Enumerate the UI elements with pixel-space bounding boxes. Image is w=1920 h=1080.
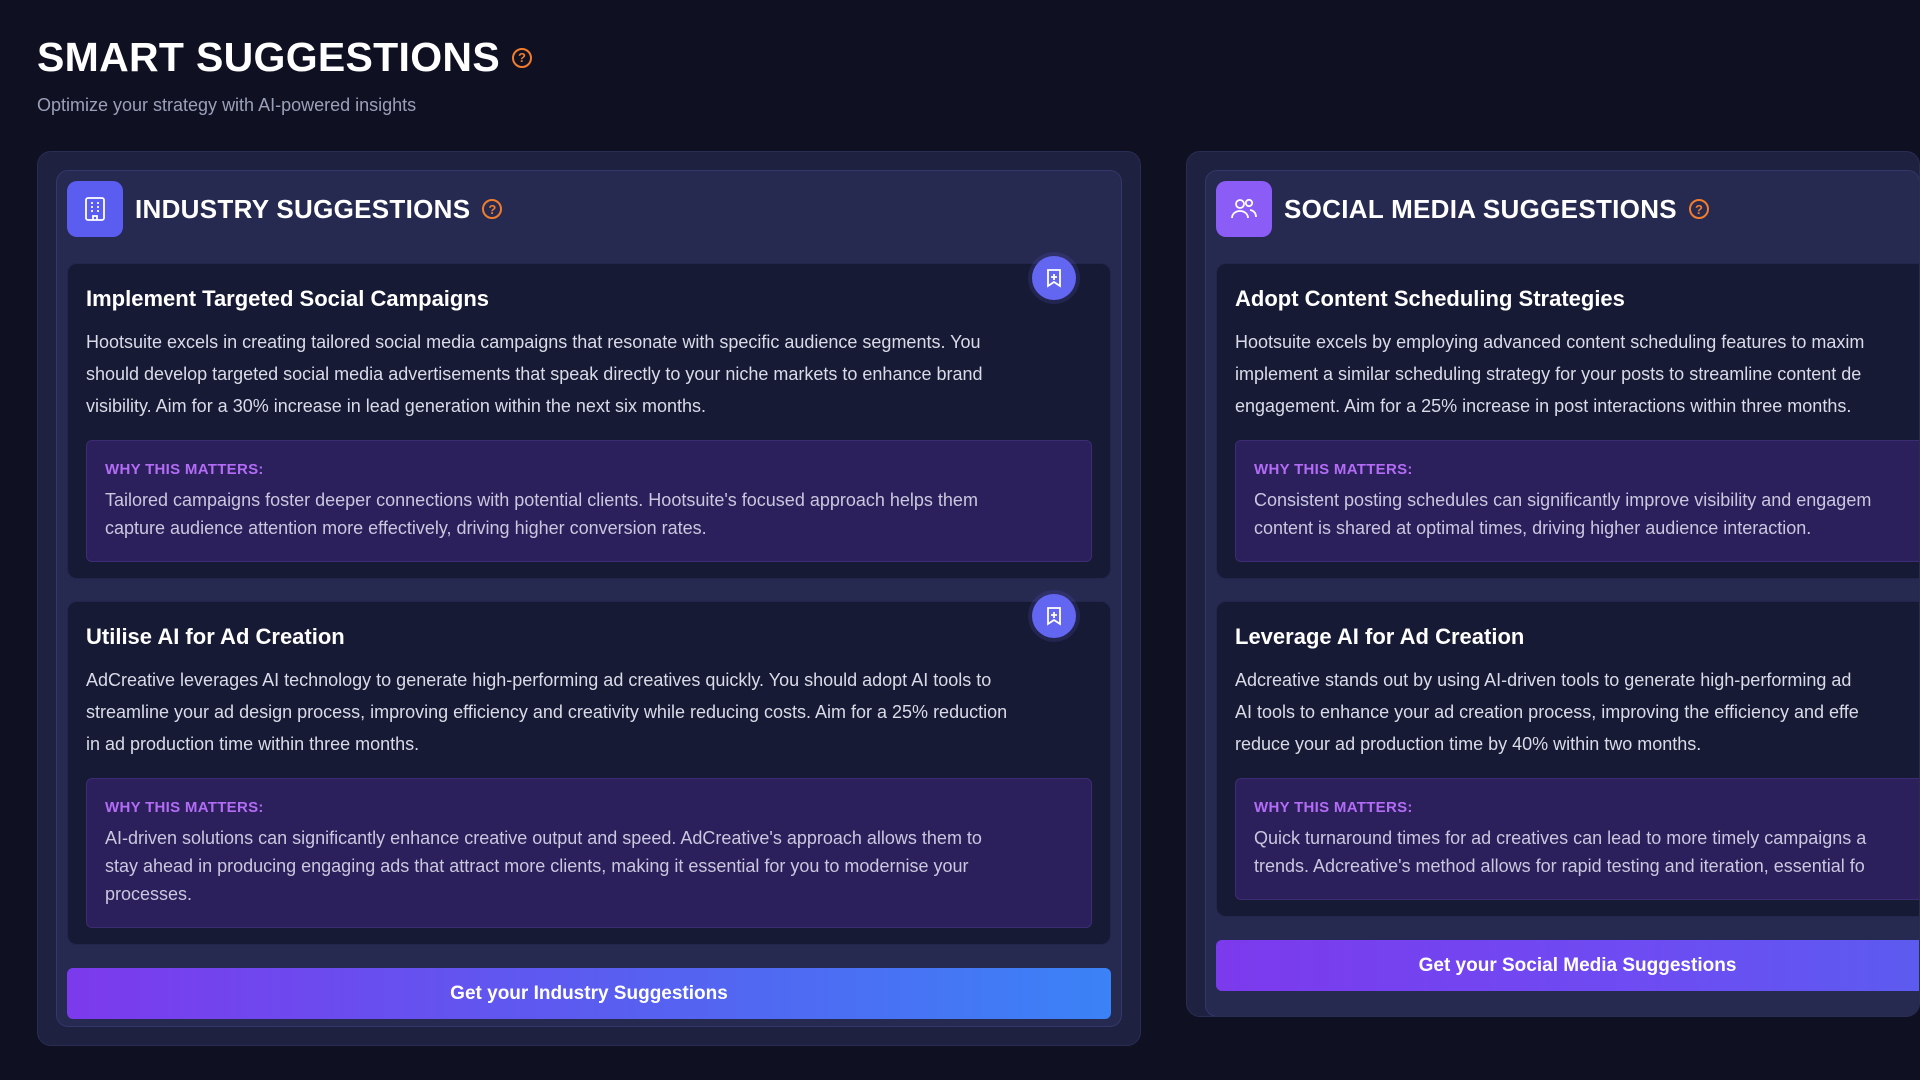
suggestion-body: Adcreative stands out by using AI-driven… — [1235, 670, 1859, 754]
bookmark-button[interactable] — [1032, 256, 1076, 300]
page-title-row: SMART SUGGESTIONS ? — [37, 34, 532, 81]
page-subtitle: Optimize your strategy with AI-powered i… — [37, 95, 417, 115]
industry-column: INDUSTRY SUGGESTIONS ? Implement Targete… — [37, 151, 1141, 1046]
suggestion-title: Leverage AI for Ad Creation — [1235, 624, 1525, 649]
suggestion-card: Leverage AI for Ad Creation Adcreative s… — [1216, 601, 1919, 917]
why-this-matters-label: WHY THIS MATTERS: — [105, 799, 264, 816]
why-this-matters-box: WHY THIS MATTERS: AI-driven solutions ca… — [86, 778, 1092, 928]
suggestion-card: Utilise AI for Ad Creation AdCreative le… — [67, 594, 1111, 945]
suggestion-body: Hootsuite excels by employing advanced c… — [1235, 332, 1865, 416]
why-this-matters-label: WHY THIS MATTERS: — [105, 461, 264, 478]
help-icon[interactable]: ? — [1688, 199, 1709, 219]
suggestion-title: Adopt Content Scheduling Strategies — [1235, 286, 1625, 311]
social-media-panel: SOCIAL MEDIA SUGGESTIONS ? Adopt Content… — [1205, 170, 1919, 1016]
suggestion-title: Implement Targeted Social Campaigns — [86, 286, 490, 311]
building-icon — [67, 181, 123, 237]
why-this-matters-box: WHY THIS MATTERS: Quick turnaround times… — [1235, 778, 1919, 900]
social-media-panel-header: SOCIAL MEDIA SUGGESTIONS ? — [1216, 181, 1709, 237]
industry-panel: INDUSTRY SUGGESTIONS ? Implement Targete… — [56, 170, 1122, 1027]
bookmark-add-icon — [1047, 607, 1061, 626]
industry-panel-header: INDUSTRY SUGGESTIONS ? — [67, 181, 503, 237]
help-icon[interactable]: ? — [482, 199, 503, 219]
why-this-matters-label: WHY THIS MATTERS: — [1254, 799, 1413, 816]
why-this-matters-box: WHY THIS MATTERS: Consistent posting sch… — [1235, 440, 1919, 562]
help-icon[interactable]: ? — [511, 47, 532, 68]
why-this-matters-text: Tailored campaigns foster deeper connect… — [105, 490, 978, 538]
why-this-matters-label: WHY THIS MATTERS: — [1254, 461, 1413, 478]
why-this-matters-box: WHY THIS MATTERS: Tailored campaigns fos… — [86, 440, 1092, 562]
users-icon — [1216, 181, 1272, 237]
why-this-matters-text: Quick turnaround times for ad creatives … — [1254, 828, 1867, 876]
bookmark-add-icon — [1047, 269, 1061, 288]
page-title: SMART SUGGESTIONS — [37, 34, 500, 80]
suggestion-body: Hootsuite excels in creating tailored so… — [86, 332, 983, 416]
social-media-panel-title: SOCIAL MEDIA SUGGESTIONS — [1284, 193, 1677, 224]
page-header: SMART SUGGESTIONS ? Optimize your strate… — [37, 34, 532, 116]
bookmark-button[interactable] — [1032, 594, 1076, 638]
social-media-column: SOCIAL MEDIA SUGGESTIONS ? Adopt Content… — [1186, 151, 1920, 1017]
suggestion-title: Utilise AI for Ad Creation — [86, 624, 345, 649]
suggestion-card: Adopt Content Scheduling Strategies Hoot… — [1216, 263, 1919, 579]
industry-panel-title: INDUSTRY SUGGESTIONS — [135, 193, 471, 224]
why-this-matters-text: AI-driven solutions can significantly en… — [105, 828, 982, 904]
suggestion-body: AdCreative leverages AI technology to ge… — [86, 670, 1008, 754]
get-industry-suggestions-button[interactable]: Get your Industry Suggestions — [67, 968, 1111, 1019]
why-this-matters-text: Consistent posting schedules can signifi… — [1254, 490, 1872, 538]
suggestion-card: Implement Targeted Social Campaigns Hoot… — [67, 256, 1111, 579]
get-social-media-suggestions-button[interactable]: Get your Social Media Suggestions — [1216, 940, 1919, 991]
smart-suggestions-page: SMART SUGGESTIONS ? Optimize your strate… — [0, 0, 1920, 1080]
